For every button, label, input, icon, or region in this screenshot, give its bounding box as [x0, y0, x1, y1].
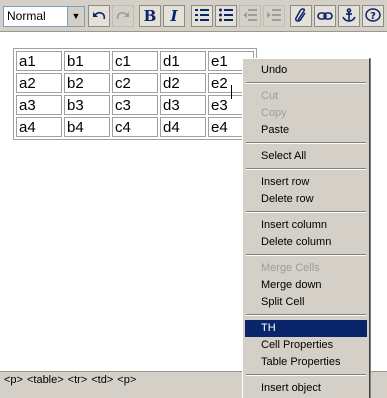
menu-item-select-all[interactable]: Select All [245, 148, 367, 165]
editor-window: Normal ▼ B I ? a1 b1 c1 d1 e1 a2 b2 c2 d… [0, 0, 387, 398]
table-cell[interactable]: a2 [16, 73, 62, 93]
menu-item-cell-properties[interactable]: Cell Properties [245, 337, 367, 354]
outdent-icon [243, 7, 257, 26]
table-cell[interactable]: b4 [64, 117, 110, 137]
document-table[interactable]: a1 b1 c1 d1 e1 a2 b2 c2 d2 e2 a3 b3 c3 d3 e3 a4 b4 c4 d4 e4 [13, 48, 257, 140]
bold-button[interactable]: B [139, 5, 161, 27]
table-row: a4 b4 c4 d4 e4 [16, 117, 254, 137]
menu-separator [246, 254, 366, 256]
menu-separator [246, 142, 366, 144]
table-row: a2 b2 c2 d2 e2 [16, 73, 254, 93]
context-menu: Undo Cut Copy Paste Select All Insert row Dele… [242, 58, 370, 398]
bold-icon: B [143, 6, 157, 25]
indent-button[interactable] [263, 5, 285, 27]
menu-item-table-properties[interactable]: Table Properties [245, 354, 367, 371]
svg-text:?: ? [370, 11, 376, 22]
table-cell[interactable]: a3 [16, 95, 62, 115]
menu-separator [246, 211, 366, 213]
menu-separator [246, 168, 366, 170]
table-row: a3 b3 c3 d3 e3 [16, 95, 254, 115]
help-button[interactable]: ? [362, 5, 384, 27]
table-cell[interactable]: c1 [112, 51, 158, 71]
menu-item-th[interactable]: TH [245, 320, 367, 337]
anchor-icon [342, 7, 356, 26]
menu-item-undo[interactable]: Undo [245, 62, 367, 79]
menu-separator [246, 374, 366, 376]
menu-item-copy[interactable]: Copy [245, 105, 367, 122]
unordered-list-button[interactable] [215, 5, 237, 27]
table-cell[interactable]: b2 [64, 73, 110, 93]
path-tag[interactable]: <td> [91, 374, 113, 386]
menu-item-insert-object[interactable]: Insert object [245, 380, 367, 397]
undo-icon [92, 7, 106, 26]
menu-item-split-cell[interactable]: Split Cell [245, 294, 367, 311]
ordered-list-button[interactable] [191, 5, 213, 27]
table-cell[interactable]: b3 [64, 95, 110, 115]
outdent-button[interactable] [239, 5, 261, 27]
paperclip-icon [294, 7, 308, 26]
indent-icon [267, 7, 281, 26]
table-cell[interactable]: d2 [160, 73, 206, 93]
attach-button[interactable] [290, 5, 312, 27]
table-cell[interactable]: c2 [112, 73, 158, 93]
table-cell[interactable]: c3 [112, 95, 158, 115]
table-cell[interactable]: c4 [112, 117, 158, 137]
link-button[interactable] [314, 5, 336, 27]
chevron-down-icon[interactable]: ▼ [67, 7, 84, 26]
table-cell[interactable]: d4 [160, 117, 206, 137]
table-cell[interactable]: a1 [16, 51, 62, 71]
menu-item-cut[interactable]: Cut [245, 88, 367, 105]
menu-item-merge-down[interactable]: Merge down [245, 277, 367, 294]
menu-item-delete-row[interactable]: Delete row [245, 191, 367, 208]
table-cell[interactable]: a4 [16, 117, 62, 137]
path-tag[interactable]: <p> [4, 374, 23, 386]
format-dropdown-value: Normal [7, 9, 46, 23]
menu-item-insert-row[interactable]: Insert row [245, 174, 367, 191]
menu-separator [246, 82, 366, 84]
menu-item-merge-cells[interactable]: Merge Cells [245, 260, 367, 277]
table-cell[interactable]: d1 [160, 51, 206, 71]
menu-item-paste[interactable]: Paste [245, 122, 367, 139]
help-icon: ? [365, 7, 381, 26]
table-cell[interactable]: d3 [160, 95, 206, 115]
link-icon [317, 7, 333, 26]
path-tag[interactable]: <p> [117, 374, 136, 386]
ordered-list-icon [195, 7, 209, 26]
menu-separator [246, 314, 366, 316]
anchor-button[interactable] [338, 5, 360, 27]
path-tag[interactable]: <tr> [68, 374, 88, 386]
toolbar: Normal ▼ B I ? [0, 0, 387, 32]
redo-button[interactable] [112, 5, 134, 27]
undo-button[interactable] [88, 5, 110, 27]
unordered-list-icon [219, 7, 233, 26]
path-tag[interactable]: <table> [27, 374, 64, 386]
redo-icon [116, 7, 130, 26]
format-dropdown[interactable]: Normal ▼ [3, 6, 85, 27]
table-row: a1 b1 c1 d1 e1 [16, 51, 254, 71]
menu-item-delete-column[interactable]: Delete column [245, 234, 367, 251]
text-caret [231, 85, 232, 99]
menu-item-insert-column[interactable]: Insert column [245, 217, 367, 234]
italic-icon: I [170, 6, 178, 25]
table-cell[interactable]: b1 [64, 51, 110, 71]
italic-button[interactable]: I [163, 5, 185, 27]
